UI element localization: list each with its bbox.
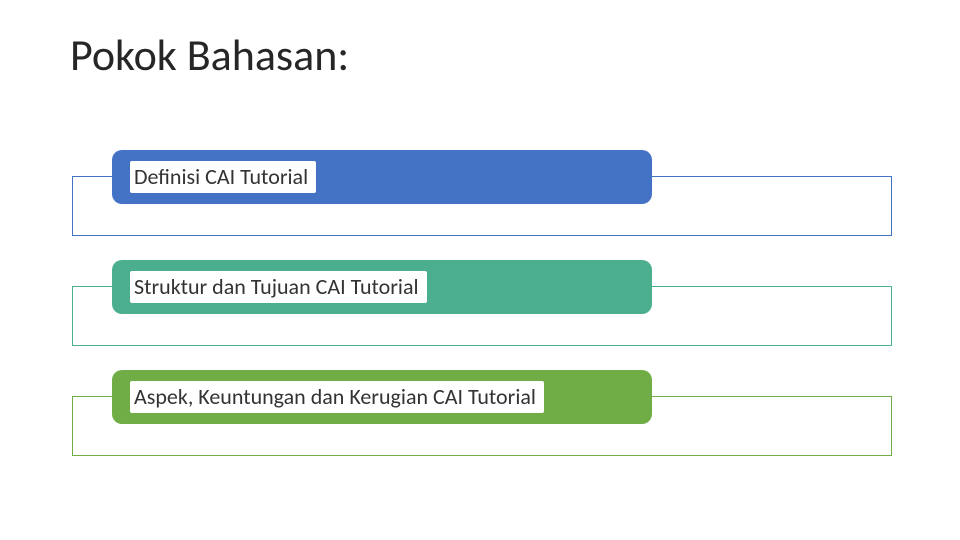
- topic-pill-1: Definisi CAI Tutorial: [112, 150, 652, 204]
- topic-pill-3: Aspek, Keuntungan dan Kerugian CAI Tutor…: [112, 370, 652, 424]
- topic-label: Definisi CAI Tutorial: [130, 161, 316, 193]
- page-title: Pokok Bahasan:: [70, 28, 349, 82]
- topic-label: Struktur dan Tujuan CAI Tutorial: [130, 271, 427, 303]
- topic-label: Aspek, Keuntungan dan Kerugian CAI Tutor…: [130, 381, 544, 413]
- topic-pill-2: Struktur dan Tujuan CAI Tutorial: [112, 260, 652, 314]
- slide: Pokok Bahasan: Definisi CAI Tutorial Str…: [0, 0, 960, 540]
